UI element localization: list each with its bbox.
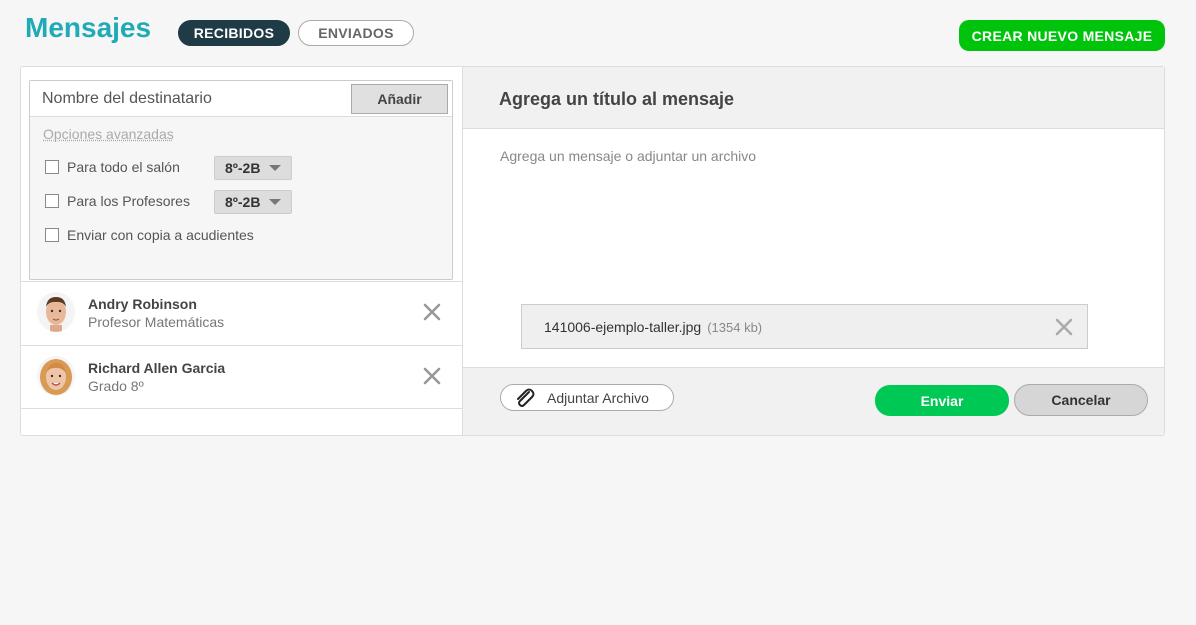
paperclip-icon [517, 388, 535, 407]
compose-column: Agrega un título al mensaje Agrega un me… [463, 67, 1164, 435]
attach-file-label: Adjuntar Archivo [547, 389, 649, 406]
option-cc-guardians: Enviar con copia a acudientes [45, 225, 254, 245]
caret-down-icon [269, 165, 281, 171]
close-icon[interactable] [422, 302, 442, 322]
whole-class-group-select[interactable]: 8º-2B [214, 156, 292, 180]
recipients-column: Añadir Opciones avanzadas Para todo el s… [21, 67, 463, 435]
cc-guardians-label: Enviar con copia a acudientes [67, 227, 254, 243]
recipient-role: Profesor Matemáticas [88, 314, 225, 330]
cancel-button[interactable]: Cancelar [1014, 384, 1148, 416]
attachment-size: (1354 kb) [707, 320, 763, 335]
message-title-area[interactable]: Agrega un título al mensaje [463, 67, 1164, 129]
female-avatar-icon [37, 356, 75, 396]
male-avatar-icon [37, 292, 75, 332]
message-body-placeholder[interactable]: Agrega un mensaje o adjuntar un archivo [500, 148, 756, 164]
compose-footer: Adjuntar Archivo Enviar Cancelar [463, 367, 1164, 435]
recipient-role: Grado 8º [88, 378, 144, 394]
page-title: Mensajes [25, 12, 152, 43]
attachment-item: 141006-ejemplo-taller.jpg (1354 kb) [521, 304, 1088, 349]
send-button[interactable]: Enviar [875, 385, 1009, 416]
cc-guardians-checkbox[interactable] [45, 228, 59, 242]
recipient-form: Añadir Opciones avanzadas Para todo el s… [29, 80, 453, 280]
message-title-placeholder[interactable]: Agrega un título al mensaje [499, 89, 734, 110]
tab-recibidos[interactable]: RECIBIDOS [178, 20, 290, 46]
attach-file-button[interactable]: Adjuntar Archivo [500, 384, 674, 411]
close-icon[interactable] [1054, 317, 1074, 337]
advanced-options-link[interactable]: Opciones avanzadas [43, 126, 174, 142]
teachers-group-select[interactable]: 8º-2B [214, 190, 292, 214]
teachers-group-value: 8º-2B [225, 194, 261, 210]
teachers-checkbox[interactable] [45, 194, 59, 208]
option-teachers: Para los Profesores [45, 191, 190, 211]
attachment-filename: 141006-ejemplo-taller.jpg [544, 319, 702, 335]
caret-down-icon [269, 199, 281, 205]
whole-class-group-value: 8º-2B [225, 160, 261, 176]
list-item: Richard Allen Garcia Grado 8º [21, 345, 463, 409]
avatar [37, 292, 75, 332]
close-icon[interactable] [422, 366, 442, 386]
avatar [37, 356, 75, 396]
recipient-input-row: Añadir [30, 81, 452, 117]
tab-enviados[interactable]: ENVIADOS [298, 20, 414, 46]
create-new-message-button[interactable]: CREAR NUEVO MENSAJE [959, 20, 1165, 51]
recipient-list: Andry Robinson Profesor Matemáticas Rich… [21, 281, 463, 409]
recipient-name-input[interactable] [30, 81, 350, 117]
add-recipient-button[interactable]: Añadir [351, 84, 448, 114]
whole-class-checkbox[interactable] [45, 160, 59, 174]
teachers-label: Para los Profesores [67, 193, 190, 209]
whole-class-label: Para todo el salón [67, 159, 180, 175]
option-whole-class: Para todo el salón [45, 157, 180, 177]
list-item: Andry Robinson Profesor Matemáticas [21, 281, 463, 345]
message-panel: Añadir Opciones avanzadas Para todo el s… [20, 66, 1165, 436]
recipient-name: Andry Robinson [88, 296, 197, 312]
recipient-name: Richard Allen Garcia [88, 360, 226, 376]
